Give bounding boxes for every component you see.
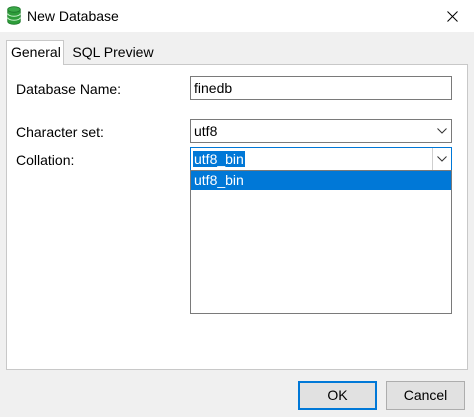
database-name-label: Database Name: (16, 81, 122, 97)
new-database-dialog: New Database General SQL Preview Databas… (0, 0, 474, 417)
tab-sql-preview[interactable]: SQL Preview (68, 42, 158, 64)
collation-select[interactable]: utf8_bin (190, 147, 452, 171)
tab-general[interactable]: General (6, 40, 64, 65)
character-set-label: Character set: (16, 124, 104, 140)
title-bar: New Database (0, 0, 474, 32)
ok-button[interactable]: OK (298, 381, 377, 410)
close-button[interactable] (430, 0, 474, 32)
tab-bar: General SQL Preview (6, 40, 468, 65)
collation-label: Collation: (16, 152, 75, 168)
database-icon (7, 6, 21, 25)
collation-option[interactable]: utf8_bin (191, 171, 451, 190)
character-set-select[interactable]: utf8 (190, 119, 452, 143)
chevron-down-icon[interactable] (432, 148, 451, 170)
character-set-value: utf8 (194, 123, 218, 139)
database-name-input[interactable] (190, 76, 452, 100)
close-icon (446, 10, 458, 22)
window-title: New Database (27, 8, 119, 24)
chevron-down-icon[interactable] (433, 120, 451, 142)
collation-value: utf8_bin (193, 151, 245, 167)
cancel-button[interactable]: Cancel (386, 381, 465, 410)
collation-dropdown-list[interactable]: utf8_bin (190, 170, 452, 314)
